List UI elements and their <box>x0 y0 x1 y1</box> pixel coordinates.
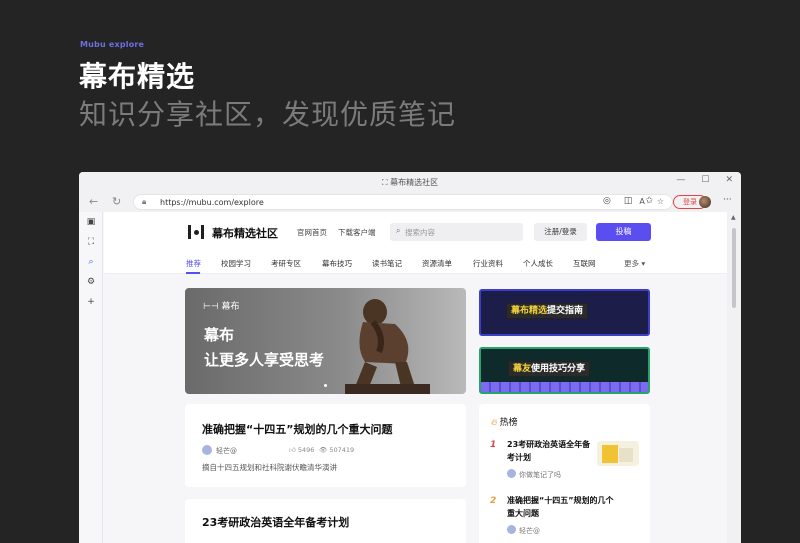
tab-growth[interactable]: 个人成长 <box>523 258 553 269</box>
tab-recommend[interactable]: 推荐 <box>186 258 201 269</box>
hot-item-avatar[interactable] <box>507 525 516 534</box>
window-controls: — ☐ ✕ <box>676 175 733 185</box>
scroll-thumb[interactable] <box>732 228 736 308</box>
promo-kicker: Mubu explore <box>80 40 145 49</box>
extension-icons: ◎ ◫ ✩ <box>603 196 653 206</box>
page-scrollbar[interactable]: ▲ <box>727 212 741 543</box>
banner-headline: 幕布 <box>204 326 235 344</box>
download-client-link[interactable]: 下载客户端 <box>338 227 376 238</box>
feed-card[interactable]: 23考研政治英语全年备考计划 <box>185 499 466 543</box>
tab-tips[interactable]: 幕布技巧 <box>322 258 352 269</box>
tab-title: ⛶ 幕布精选社区 <box>381 178 439 187</box>
address-bar: ← ↻ 🔒︎ https://mubu.com/explore A ☆ ◎ ◫ … <box>79 192 741 212</box>
search-icon: ⌕ <box>396 226 401 235</box>
register-login-button[interactable]: 注册/登录 <box>534 223 587 241</box>
collections-icon[interactable]: ⛶ <box>79 232 103 252</box>
likes-count: 👍︎ 5496 <box>289 446 315 454</box>
search-input[interactable]: ⌕ 搜索内容 <box>390 223 523 241</box>
promo-title: 幕布精选 <box>79 60 196 93</box>
submission-guide-card[interactable]: 幕布精选提交指南 <box>479 289 650 336</box>
author-name[interactable]: 轻芒@ <box>216 446 237 456</box>
author-avatar[interactable] <box>202 445 212 455</box>
flame-icon: 🔥︎ <box>491 418 498 428</box>
hot-list-heading: 🔥︎ 热榜 <box>491 418 518 428</box>
tab-actions-icon[interactable]: ▣ <box>79 212 103 232</box>
hot-item-title[interactable]: 23考研政治英语全年备考计划 <box>507 438 593 464</box>
thinker-statue-image <box>345 299 430 394</box>
hot-list-panel: 🔥︎ 热榜 1 23考研政治英语全年备考计划 你做笔记了吗 2 准确把握“十四五”… <box>479 404 650 543</box>
hot-rank: 2 <box>490 496 497 506</box>
extension-icon[interactable]: ◎ <box>603 196 611 206</box>
feed-title[interactable]: 23考研政治英语全年备考计划 <box>202 515 362 531</box>
more-categories[interactable]: 更多 ▾ <box>624 258 645 269</box>
lock-icon: 🔒︎ <box>142 197 147 206</box>
split-screen-icon[interactable]: ◫ <box>624 196 633 206</box>
tab-industry[interactable]: 行业资料 <box>473 258 503 269</box>
hot-item-avatar[interactable] <box>507 469 516 478</box>
title-bar: ⛶ 幕布精选社区 — ☐ ✕ <box>79 172 741 192</box>
browser-sidebar: ▣ ⛶ ⌕ ⚙ + <box>79 212 103 543</box>
site-name[interactable]: 幕布精选社区 <box>212 225 278 241</box>
search-placeholder: 搜索内容 <box>405 228 435 237</box>
feed-title[interactable]: 准确把握“十四五”规划的几个重大问题 <box>202 421 452 437</box>
tab-campus[interactable]: 校园学习 <box>221 258 251 269</box>
tips-share-label: 幕友使用技巧分享 <box>508 361 591 377</box>
hot-item-user[interactable]: 轻芒@ <box>519 526 540 536</box>
thumbs-up-icon: 👍︎ <box>289 446 298 454</box>
banner-logo-icon: ⊢⊣ <box>203 302 222 312</box>
scroll-up-icon[interactable]: ▲ <box>731 214 736 221</box>
more-options-icon[interactable]: ··· <box>723 195 732 205</box>
promo-subtitle: 知识分享社区，发现优质笔记 <box>79 98 457 131</box>
profile-avatar[interactable] <box>699 196 711 208</box>
close-button[interactable]: ✕ <box>725 175 733 185</box>
banner-logo: ⊢⊣ 幕布 <box>203 302 240 312</box>
hot-item-thumbnail[interactable] <box>597 441 639 466</box>
hot-item-title[interactable]: 准确把握“十四五”规划的几个重大问题 <box>507 494 617 520</box>
favorite-star-icon[interactable]: ☆ <box>657 197 664 206</box>
pixel-decoration <box>481 382 648 392</box>
tab-resources[interactable]: 资源清单 <box>422 258 452 269</box>
feed-card[interactable]: 准确把握“十四五”规划的几个重大问题 轻芒@ 👍︎ 5496 👁︎ 507419… <box>185 404 466 487</box>
carousel-indicator[interactable] <box>324 384 327 387</box>
back-arrow-icon[interactable]: ← <box>89 195 98 208</box>
url-text: https://mubu.com/explore <box>160 198 264 207</box>
search-sidebar-icon[interactable]: ⌕ <box>79 252 103 272</box>
url-field[interactable]: 🔒︎ https://mubu.com/explore A ☆ <box>133 194 673 210</box>
tab-kaoyan[interactable]: 考研专区 <box>271 258 301 269</box>
maximize-button[interactable]: ☐ <box>701 175 709 185</box>
web-page: 幕布精选社区 官网首页 下载客户端 ⌕ 搜索内容 注册/登录 投稿 推荐 校园学… <box>104 212 727 543</box>
hot-rank: 1 <box>490 440 497 450</box>
hero-banner[interactable]: ⊢⊣ 幕布 幕布 让更多人享受思考 <box>185 288 466 394</box>
refresh-icon[interactable]: ↻ <box>112 195 121 208</box>
views-count: 👁︎ 507419 <box>319 446 355 454</box>
banner-tagline: 让更多人享受思考 <box>204 351 325 369</box>
tab-favicon-icon: ⛶ <box>381 178 391 187</box>
category-bar: 推荐 校园学习 考研专区 幕布技巧 读书笔记 资源清单 行业资料 个人成长 互联… <box>104 252 727 274</box>
browser-window: ⛶ 幕布精选社区 — ☐ ✕ ← ↻ 🔒︎ https://mubu.com/e… <box>79 172 741 543</box>
mubu-logo-icon[interactable] <box>188 224 204 240</box>
hot-item-user[interactable]: 你做笔记了吗 <box>519 470 561 480</box>
add-icon[interactable]: + <box>79 292 103 312</box>
active-tab-indicator <box>186 272 200 274</box>
feed-excerpt: 摘自十四五规划和社科院谢伏瞻清华演讲 <box>202 463 337 472</box>
tips-share-card[interactable]: 幕友使用技巧分享 <box>479 347 650 394</box>
tab-internet[interactable]: 互联网 <box>573 258 596 269</box>
site-header: 幕布精选社区 官网首页 下载客户端 ⌕ 搜索内容 注册/登录 投稿 <box>104 212 727 252</box>
minimize-button[interactable]: — <box>676 175 685 185</box>
settings-gear-icon[interactable]: ⚙ <box>79 272 103 292</box>
favorites-icon[interactable]: ✩ <box>645 196 653 206</box>
eye-icon: 👁︎ <box>319 446 330 454</box>
submission-guide-label: 幕布精选提交指南 <box>506 303 589 319</box>
home-link[interactable]: 官网首页 <box>297 227 327 238</box>
tab-reading-notes[interactable]: 读书笔记 <box>372 258 402 269</box>
post-button[interactable]: 投稿 <box>596 223 651 241</box>
